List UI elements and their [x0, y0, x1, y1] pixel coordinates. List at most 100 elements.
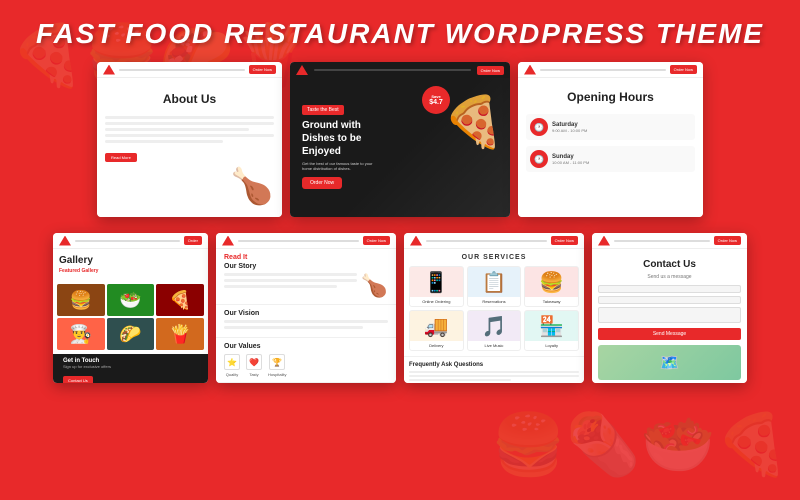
nav-order-btn: Order	[184, 236, 202, 245]
values-section: Our Values ⭐ Quality ❤️ Tasty 🏆 Hospita	[216, 338, 396, 383]
nav-line	[314, 69, 471, 71]
text-line	[224, 273, 357, 276]
hero-order-button[interactable]: Order Now	[302, 177, 342, 189]
gallery-item[interactable]: 🍔	[57, 284, 105, 316]
featured-gallery-label: Featured Gallery	[59, 268, 202, 274]
about-title: About Us	[105, 86, 274, 110]
about-card[interactable]: Order Now About Us Read More 🍗	[97, 62, 282, 217]
tasty-label: Tasty	[249, 372, 258, 377]
services-navbar: Order Now	[404, 233, 584, 249]
service-online-ordering[interactable]: 📱 Online Ordering	[409, 266, 464, 307]
nav-order-btn: Order Now	[477, 66, 504, 75]
service-label: Takeaway	[525, 297, 578, 306]
git-subtitle: Sign up for exclusive offers	[63, 364, 198, 369]
nav-logo-icon	[410, 236, 422, 246]
gallery-item[interactable]: 🥗	[107, 284, 155, 316]
text-line	[105, 122, 274, 125]
saturday-info: Saturday 9:00 AM - 10:00 PM	[552, 122, 691, 133]
sunday-icon: 🕐	[530, 150, 548, 168]
faq-line	[409, 371, 579, 373]
story-card[interactable]: Order Now Read It Our Story 🍗	[216, 233, 396, 383]
about-content: About Us Read More 🍗	[97, 78, 282, 217]
vision-title: Our Vision	[224, 310, 388, 317]
gallery-item[interactable]: 👨‍🍳	[57, 318, 105, 350]
price-value: $4.7	[429, 99, 443, 106]
hero-tag: Taste the Best	[302, 105, 344, 115]
gallery-title: Gallery	[59, 255, 202, 266]
hours-card[interactable]: Order Now Opening Hours 🕐 Saturday 9:00 …	[518, 62, 703, 217]
pizza-image: 🍕	[443, 93, 505, 152]
hospitality-label: Hospitality	[268, 372, 286, 377]
nav-line	[426, 240, 547, 242]
hero-text: Taste the Best Ground with Dishes to be …	[302, 98, 392, 189]
services-content: OUR SERVICES 📱 Online Ordering 📋 Reserva…	[404, 249, 584, 383]
email-field[interactable]	[598, 296, 741, 304]
git-button[interactable]: Contact Us	[63, 376, 93, 383]
gallery-card[interactable]: Order Gallery Featured Gallery 🍔 🥗 🍕 👨‍🍳…	[53, 233, 208, 383]
value-tasty: ❤️ Tasty	[246, 354, 262, 377]
contact-form	[598, 285, 741, 323]
service-image: 🚚	[410, 311, 463, 341]
story-content: Read It Our Story 🍗 Our Vision	[216, 249, 396, 383]
service-label: Delivery	[410, 341, 463, 350]
story-img-row: 🍗	[224, 273, 388, 299]
screenshots-container: Order Now About Us Read More 🍗 O	[0, 62, 800, 383]
saturday-row: 🕐 Saturday 9:00 AM - 10:00 PM	[526, 114, 695, 140]
service-dinein[interactable]: 🏪 Loyalty	[524, 310, 579, 351]
nav-order-btn: Order Now	[670, 65, 697, 74]
values-row: ⭐ Quality ❤️ Tasty 🏆 Hospitality	[224, 354, 388, 377]
gallery-item[interactable]: 🍕	[156, 284, 204, 316]
story-text-lines	[224, 273, 357, 291]
nav-order-btn: Order Now	[363, 236, 390, 245]
contact-title: Contact Us	[598, 255, 741, 274]
service-reservations[interactable]: 📋 Reservations	[467, 266, 522, 307]
values-title: Our Values	[224, 343, 388, 350]
hero-content: Taste the Best Ground with Dishes to be …	[290, 78, 510, 217]
gallery-item[interactable]: 🍟	[156, 318, 204, 350]
value-hospitality: 🏆 Hospitality	[268, 354, 286, 377]
faq-section: Frequently Ask Questions	[404, 356, 584, 383]
gallery-item[interactable]: 🌮	[107, 318, 155, 350]
read-more-button[interactable]: Read More	[105, 153, 137, 162]
submit-button[interactable]: Send Message	[598, 328, 741, 340]
nav-line	[614, 240, 710, 242]
nav-line	[75, 240, 180, 242]
service-events[interactable]: 🎵 Live Music	[467, 310, 522, 351]
service-label: Live Music	[468, 341, 521, 350]
text-line	[224, 320, 388, 323]
text-line	[224, 326, 363, 329]
text-line	[224, 279, 357, 282]
hours-navbar: Order Now	[518, 62, 703, 78]
service-label: Reservations	[468, 297, 521, 306]
page-title: FAST FOOD RESTAURANT WORDPRESS THEME	[0, 18, 800, 50]
nav-logo-icon	[103, 65, 115, 75]
contact-card[interactable]: Order Now Contact Us Send us a message S…	[592, 233, 747, 383]
text-line	[105, 140, 223, 143]
top-row: Order Now About Us Read More 🍗 O	[97, 62, 703, 217]
service-label: Loyalty	[525, 341, 578, 350]
service-label: Online Ordering	[410, 297, 463, 306]
hero-heading: Ground with Dishes to be Enjoyed	[302, 119, 392, 158]
hours-title: Opening Hours	[526, 86, 695, 108]
quality-icon: ⭐	[224, 354, 240, 370]
service-image: 🍔	[525, 267, 578, 297]
service-catering[interactable]: 🚚 Delivery	[409, 310, 464, 351]
nav-order-btn: Order Now	[249, 65, 276, 74]
hospitality-icon: 🏆	[269, 354, 285, 370]
price-badge: Save $4.7	[422, 86, 450, 114]
contact-navbar: Order Now	[592, 233, 747, 249]
message-field[interactable]	[598, 307, 741, 323]
nav-line	[238, 240, 359, 242]
services-title: OUR SERVICES	[404, 249, 584, 266]
text-line	[105, 116, 274, 119]
map-preview: 🗺️	[598, 345, 741, 380]
faq-line	[409, 379, 511, 381]
services-card[interactable]: Order Now OUR SERVICES 📱 Online Ordering…	[404, 233, 584, 383]
sunday-info: Sunday 10:00 AM - 11:00 PM	[552, 154, 691, 165]
nav-order-btn: Order Now	[714, 236, 741, 245]
nav-logo-icon	[524, 65, 536, 75]
name-field[interactable]	[598, 285, 741, 293]
service-takeaway[interactable]: 🍔 Takeaway	[524, 266, 579, 307]
hero-card[interactable]: Order Now Taste the Best Ground with Dis…	[290, 62, 510, 217]
hours-content: Opening Hours 🕐 Saturday 9:00 AM - 10:00…	[518, 78, 703, 217]
